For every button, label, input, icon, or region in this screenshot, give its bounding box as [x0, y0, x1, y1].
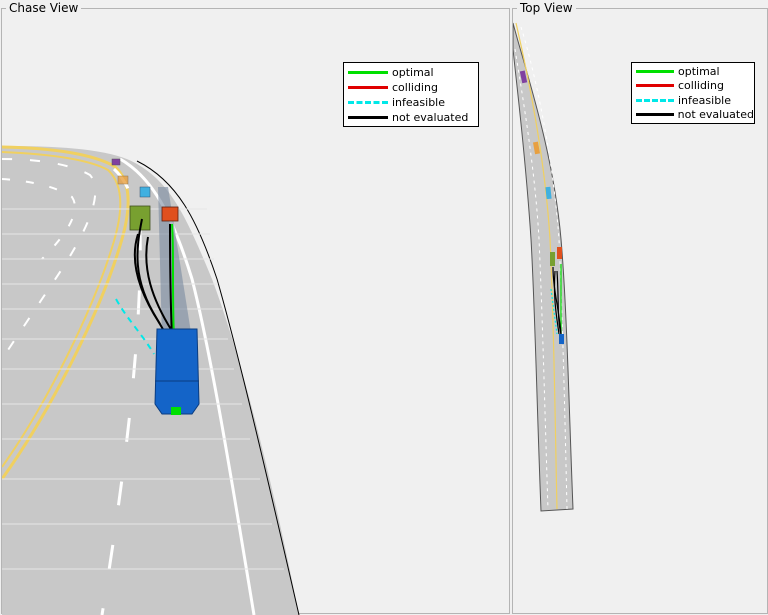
legend-item-not-evaluated: not evaluated	[344, 110, 478, 125]
top-legend-item-optimal: optimal	[632, 64, 754, 79]
chase-lead-vehicle	[161, 206, 179, 222]
top-lead-vehicle	[557, 247, 562, 259]
legend-line-not-evaluated	[348, 116, 388, 119]
chase-view-legend: optimal colliding infeasible not evaluat…	[343, 62, 479, 127]
legend-line-colliding	[348, 86, 388, 89]
chase-purple-vehicle	[111, 158, 121, 166]
top-legend-label-not-evaluated: not evaluated	[677, 108, 754, 122]
top-legend-label-colliding: colliding	[678, 79, 724, 93]
chase-orange-vehicle	[117, 175, 129, 185]
top-view-legend: optimal colliding infeasible not evaluat…	[631, 62, 755, 124]
top-legend-item-colliding: colliding	[632, 79, 754, 94]
top-green-vehicle	[550, 252, 555, 266]
top-legend-label-infeasible: infeasible	[678, 93, 732, 107]
chase-view-panel: Chase View optimal colliding infeasible …	[1, 0, 510, 615]
legend-item-infeasible: infeasible	[344, 95, 478, 110]
legend-label-not-evaluated: not evaluated	[392, 111, 469, 124]
top-legend-label-optimal: optimal	[678, 64, 720, 78]
top-legend-item-infeasible: infeasible	[632, 93, 754, 108]
chase-cyan-vehicle	[139, 186, 151, 198]
top-ego-vehicle	[559, 334, 564, 344]
top-view-panel: Top View optimal colliding infeasible no…	[512, 0, 768, 614]
chase-ego-vehicle	[154, 328, 200, 415]
legend-label-infeasible: infeasible	[392, 96, 446, 109]
top-legend-line-infeasible	[636, 98, 674, 102]
top-legend-item-not-evaluated: not evaluated	[632, 108, 754, 123]
legend-item-optimal: optimal	[344, 65, 478, 80]
legend-label-optimal: optimal	[392, 66, 434, 79]
top-legend-line-optimal	[636, 69, 674, 73]
top-legend-line-colliding	[636, 84, 674, 88]
legend-line-infeasible	[348, 101, 388, 104]
top-legend-line-not-evaluated	[636, 113, 674, 117]
top-road-surface	[513, 22, 574, 512]
chase-road-surface	[2, 146, 299, 615]
legend-item-colliding: colliding	[344, 80, 478, 95]
legend-line-optimal	[348, 71, 388, 74]
legend-label-colliding: colliding	[392, 81, 438, 94]
